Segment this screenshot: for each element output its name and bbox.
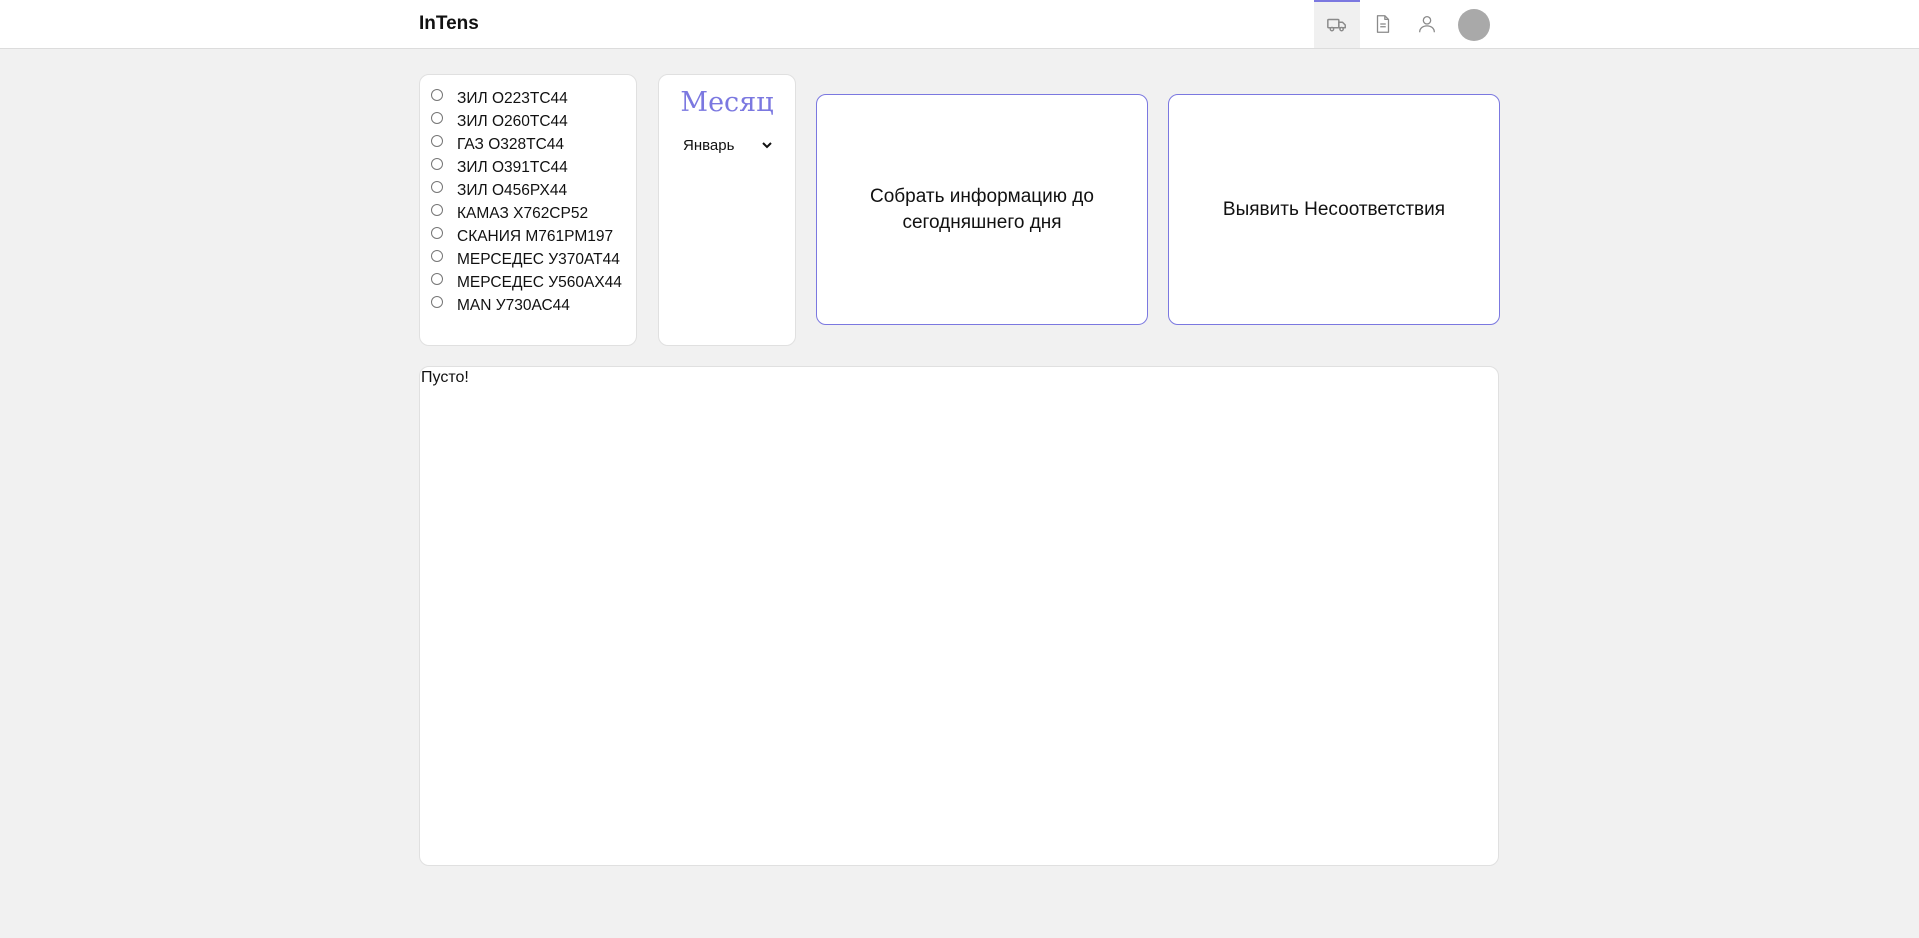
month-picker-card: Месяц Январь — [658, 74, 796, 346]
nav-trucks-button[interactable] — [1314, 0, 1360, 48]
vehicle-label: КАМАЗ Х762СР52 — [457, 205, 589, 222]
vehicle-list: ЗИЛ О223ТС44 ЗИЛ О260ТС44 ГАЗ О328ТС44 З… — [419, 74, 637, 346]
vehicle-label: ЗИЛ О391ТС44 — [457, 159, 568, 176]
vehicle-radio[interactable] — [431, 204, 443, 216]
month-select[interactable]: Январь — [679, 132, 775, 158]
vehicle-radio[interactable] — [431, 112, 443, 124]
vehicle-option[interactable]: ЗИЛ О260ТС44 — [430, 112, 568, 130]
vehicle-label: MAN У730АС44 — [457, 297, 570, 314]
top-bar: InTens — [0, 0, 1919, 49]
nav-documents-button[interactable] — [1360, 0, 1406, 48]
vehicle-label: ЗИЛ О223ТС44 — [457, 90, 568, 107]
vehicle-radio[interactable] — [431, 250, 443, 262]
vehicle-option[interactable]: ГАЗ О328ТС44 — [430, 135, 565, 153]
vehicle-radio[interactable] — [431, 273, 443, 285]
vehicle-radio[interactable] — [431, 89, 443, 101]
vehicle-label: ЗИЛ О456РХ44 — [457, 182, 568, 199]
vehicle-option[interactable]: ЗИЛ О223ТС44 — [430, 89, 568, 107]
vehicle-radio[interactable] — [431, 158, 443, 170]
vehicle-radio[interactable] — [431, 181, 443, 193]
detect-mismatches-button[interactable]: Выявить Несоответствия — [1168, 94, 1500, 325]
vehicle-radio[interactable] — [431, 296, 443, 308]
vehicle-option[interactable]: КАМАЗ Х762СР52 — [430, 204, 589, 222]
truck-icon — [1327, 18, 1346, 32]
collect-info-button[interactable]: Собрать информацию до сегодняшнего дня — [816, 94, 1148, 325]
vehicle-radio[interactable] — [431, 135, 443, 147]
results-panel: Пусто! — [419, 366, 1499, 866]
vehicle-label: ЗИЛ О260ТС44 — [457, 113, 568, 130]
vehicle-option[interactable]: MAN У730АС44 — [430, 296, 570, 314]
vehicle-label: СКАНИЯ М761РМ197 — [457, 228, 614, 245]
vehicle-option[interactable]: СКАНИЯ М761РМ197 — [430, 227, 614, 245]
app-logo[interactable]: InTens — [419, 13, 479, 35]
document-icon — [1376, 15, 1390, 33]
results-empty-text: Пусто! — [421, 369, 469, 386]
vehicle-radio[interactable] — [431, 227, 443, 239]
vehicle-label: МЕРСЕДЕС У560АХ44 — [457, 274, 622, 291]
vehicle-option[interactable]: ЗИЛ О391ТС44 — [430, 158, 568, 176]
nav-profile-button[interactable] — [1404, 0, 1450, 48]
user-icon — [1419, 16, 1435, 33]
avatar[interactable] — [1458, 9, 1490, 41]
vehicle-label: МЕРСЕДЕС У370АТ44 — [457, 251, 620, 268]
vehicle-option[interactable]: ЗИЛ О456РХ44 — [430, 181, 568, 199]
month-title: Месяц — [680, 87, 774, 118]
vehicle-option[interactable]: МЕРСЕДЕС У560АХ44 — [430, 273, 622, 291]
vehicle-option[interactable]: МЕРСЕДЕС У370АТ44 — [430, 250, 620, 268]
vehicle-label: ГАЗ О328ТС44 — [457, 136, 565, 153]
